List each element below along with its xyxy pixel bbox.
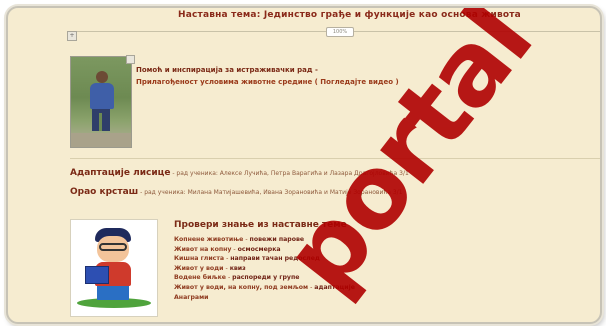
project-title: Адаптације лисице (70, 168, 171, 178)
project-title: Орао крсташ (70, 187, 139, 197)
quiz-item[interactable]: Живот у води, на копну, под земљом - ада… (174, 283, 355, 293)
project-authors: - рад ученика: Алексе Лучића, Петра Вара… (170, 170, 409, 177)
quiz-item[interactable]: Кишна глиста - направи тачан редослед (174, 254, 355, 264)
quiz-item[interactable]: Копнене животиње - повежи парове (174, 235, 355, 245)
quiz-item[interactable]: Водене биљке - распореди у групе (174, 273, 355, 283)
book-icon (85, 266, 109, 284)
quiz-item[interactable]: Живот на копну - осмосмерка (174, 245, 355, 255)
research-help-heading: Помоћ и инспирација за истраживачки рад … (136, 66, 318, 74)
quiz-section-title: Провери знање из наставне теме (174, 220, 347, 230)
project-link-eagle[interactable]: Орао крсташ - рад ученика: Милана Матија… (70, 187, 403, 197)
content-card: Наставна тема: Јединство грађе и функциј… (6, 6, 602, 324)
lesson-topic-title: Наставна тема: Јединство грађе и функциј… (178, 10, 521, 20)
quiz-item[interactable]: Живот у води - квиз (174, 264, 355, 274)
project-authors: - рад ученика: Милана Матијашевића, Иван… (138, 189, 403, 196)
quiz-list: Копнене животиње - повежи парове Живот н… (174, 235, 355, 302)
rule-resize-tag[interactable]: 100% (326, 27, 354, 37)
research-help-section: Помоћ и инспирација за истраживачки рад … (70, 38, 600, 159)
reading-kid-illustration (70, 219, 158, 317)
image-handle-icon[interactable] (126, 55, 135, 64)
project-link-fox[interactable]: Адаптације лисице - рад ученика: Алексе … (70, 168, 409, 178)
adaptation-video-link[interactable]: Прилагођеност услoвима животне средине (… (136, 78, 399, 86)
hiker-photo (70, 56, 132, 148)
quiz-item[interactable]: Анаграми (174, 293, 355, 303)
